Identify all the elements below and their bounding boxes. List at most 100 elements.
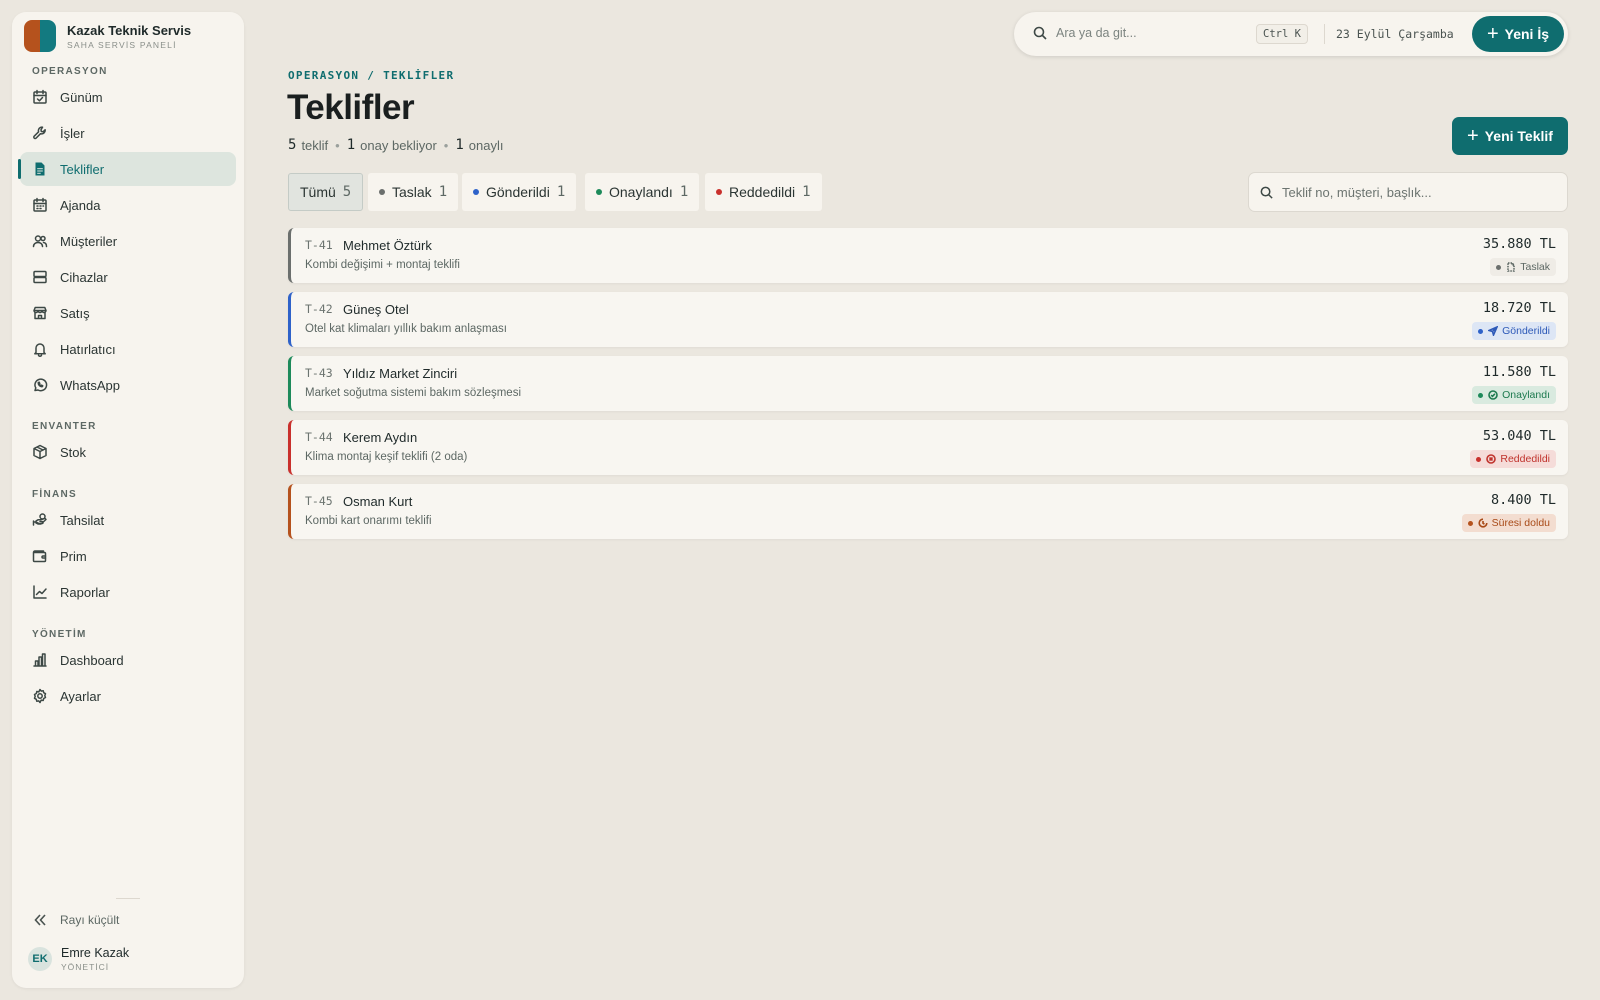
sidebar-item-prim[interactable]: Prim	[20, 539, 236, 573]
sidebar-item-cihazlar[interactable]: Cihazlar	[20, 260, 236, 294]
shortcut-hint: Ctrl K	[1256, 24, 1308, 44]
user-profile[interactable]: EK Emre Kazak YÖNETİCİ	[28, 946, 129, 972]
quote-row[interactable]: T-45 Osman Kurt Kombi kart onarımı tekli…	[288, 484, 1568, 539]
filter-label: Onaylandı	[609, 184, 673, 200]
send-icon	[1488, 326, 1499, 336]
collapse-label: Rayı küçült	[60, 913, 120, 927]
sidebar-item-tahsilat[interactable]: Tahsilat	[20, 503, 236, 537]
draft-file-icon	[1507, 262, 1516, 272]
check-circle-icon	[1488, 390, 1498, 400]
sidebar-item-label: İşler	[60, 125, 85, 141]
brand[interactable]: Kazak Teknik Servis SAHA SERVİS PANELİ	[24, 20, 191, 52]
quote-row[interactable]: T-43 Yıldız Market Zinciri Market soğutm…	[288, 356, 1568, 411]
status-dot	[379, 189, 385, 195]
quote-customer: Güneş Otel	[343, 302, 409, 317]
quote-search-input[interactable]	[1282, 184, 1562, 200]
quote-title: Klima montaj keşif teklifi (2 oda)	[305, 451, 468, 463]
new-job-button[interactable]: + Yeni İş	[1472, 16, 1564, 52]
sidebar-item-label: Müşteriler	[60, 233, 118, 249]
sidebar-item-label: Prim	[60, 548, 87, 564]
filter-count: 1	[679, 184, 689, 200]
topbar: Ctrl K 23 Eylül Çarşamba + Yeni İş	[1014, 12, 1568, 56]
summary-total-count: 5	[288, 137, 297, 153]
sidebar-item-isler[interactable]: İşler	[20, 116, 236, 150]
sidebar-item-satis[interactable]: Satış	[20, 296, 236, 330]
sidebar-item-ajanda[interactable]: Ajanda	[20, 188, 236, 222]
status-dot	[473, 189, 479, 195]
quote-amount: 8.400 TL	[1490, 492, 1556, 508]
global-search[interactable]	[1032, 25, 1236, 41]
quote-amount: 35.880 TL	[1482, 236, 1556, 252]
sidebar-item-hatirlatici[interactable]: Hatırlatıcı	[20, 332, 236, 366]
filter-tab-gonderildi[interactable]: Gönderildi 1	[462, 173, 577, 211]
sidebar: Kazak Teknik Servis SAHA SERVİS PANELİ O…	[12, 12, 244, 988]
filter-tab-onaylandi[interactable]: Onaylandı 1	[585, 173, 700, 211]
collapse-sidebar-button[interactable]: Rayı küçült	[32, 912, 119, 928]
status-badge: Onaylandı	[1472, 386, 1556, 404]
status-label: Onaylandı	[1502, 389, 1550, 401]
quote-customer: Mehmet Öztürk	[343, 238, 432, 253]
user-role: YÖNETİCİ	[61, 962, 110, 972]
filter-label: Tümü	[300, 184, 336, 200]
quote-row[interactable]: T-42 Güneş Otel Otel kat klimaları yıllı…	[288, 292, 1568, 347]
quote-amount: 18.720 TL	[1482, 300, 1556, 316]
bar-chart-icon	[32, 652, 48, 668]
sidebar-item-label: Ajanda	[60, 197, 101, 213]
status-dot	[716, 189, 722, 195]
sidebar-item-dashboard[interactable]: Dashboard	[20, 643, 236, 677]
summary-approved-label: onaylı	[468, 137, 504, 153]
section-label-operasyon: OPERASYON	[32, 66, 108, 77]
quote-title: Market soğutma sistemi bakım sözleşmesi	[305, 387, 522, 399]
server-icon	[32, 269, 48, 285]
brand-name: Kazak Teknik Servis	[67, 22, 192, 38]
quote-title: Otel kat klimaları yıllık bakım anlaşmas…	[305, 323, 507, 335]
brand-logo	[24, 20, 56, 52]
quote-row[interactable]: T-41 Mehmet Öztürk Kombi değişimi + mont…	[288, 228, 1568, 283]
sidebar-item-label: Teklifler	[60, 161, 105, 177]
wallet-icon	[32, 548, 48, 564]
sidebar-item-stok[interactable]: Stok	[20, 435, 236, 469]
user-name: Emre Kazak	[61, 946, 130, 960]
filter-tab-reddedildi[interactable]: Reddedildi 1	[705, 173, 822, 211]
status-dot	[1476, 456, 1482, 462]
summary-separator: •	[443, 137, 449, 153]
hand-coins-icon	[32, 512, 48, 528]
status-label: Süresi doldu	[1491, 517, 1550, 529]
sidebar-item-label: Cihazlar	[60, 269, 108, 285]
sidebar-item-musteriler[interactable]: Müşteriler	[20, 224, 236, 258]
status-dot	[1478, 392, 1484, 398]
sidebar-item-label: Raporlar	[60, 584, 110, 600]
sidebar-item-gunum[interactable]: Günüm	[20, 80, 236, 114]
sidebar-item-label: Tahsilat	[60, 512, 105, 528]
quote-id: T-42	[305, 302, 333, 316]
summary-pending-count: 1	[346, 137, 356, 153]
gear-icon	[32, 688, 48, 704]
global-search-input[interactable]	[1056, 26, 1236, 40]
sidebar-item-teklifler[interactable]: Teklifler	[18, 152, 236, 186]
chevrons-left-icon	[34, 914, 46, 926]
summary-approved-count: 1	[455, 137, 464, 153]
quote-row[interactable]: T-44 Kerem Aydın Klima montaj keşif tekl…	[288, 420, 1568, 475]
sidebar-item-whatsapp[interactable]: WhatsApp	[20, 368, 236, 402]
section-label-finans: FİNANS	[32, 489, 78, 500]
document-icon	[32, 161, 48, 177]
summary-pending-label: onay bekliyor	[360, 137, 437, 153]
avatar: EK	[28, 947, 52, 971]
sidebar-item-ayarlar[interactable]: Ayarlar	[20, 679, 236, 713]
store-icon	[32, 305, 48, 321]
filter-label: Gönderildi	[486, 184, 550, 200]
calendar-check-icon	[32, 89, 48, 105]
filter-count: 1	[802, 184, 811, 200]
section-label-envanter: ENVANTER	[32, 421, 97, 432]
plus-icon: +	[1486, 23, 1499, 45]
sidebar-item-raporlar[interactable]: Raporlar	[20, 575, 236, 609]
new-quote-button[interactable]: + Yeni Teklif	[1452, 117, 1568, 155]
status-label: Reddedildi	[1500, 453, 1550, 465]
filter-tab-tumu[interactable]: Tümü 5	[288, 173, 364, 211]
sidebar-item-label: Hatırlatıcı	[60, 341, 116, 357]
new-quote-label: Yeni Teklif	[1484, 128, 1553, 144]
filter-tab-taslak[interactable]: Taslak 1	[368, 173, 459, 211]
status-badge: Reddedildi	[1470, 450, 1556, 468]
sidebar-item-label: Stok	[60, 444, 87, 460]
quote-search[interactable]	[1248, 172, 1568, 212]
